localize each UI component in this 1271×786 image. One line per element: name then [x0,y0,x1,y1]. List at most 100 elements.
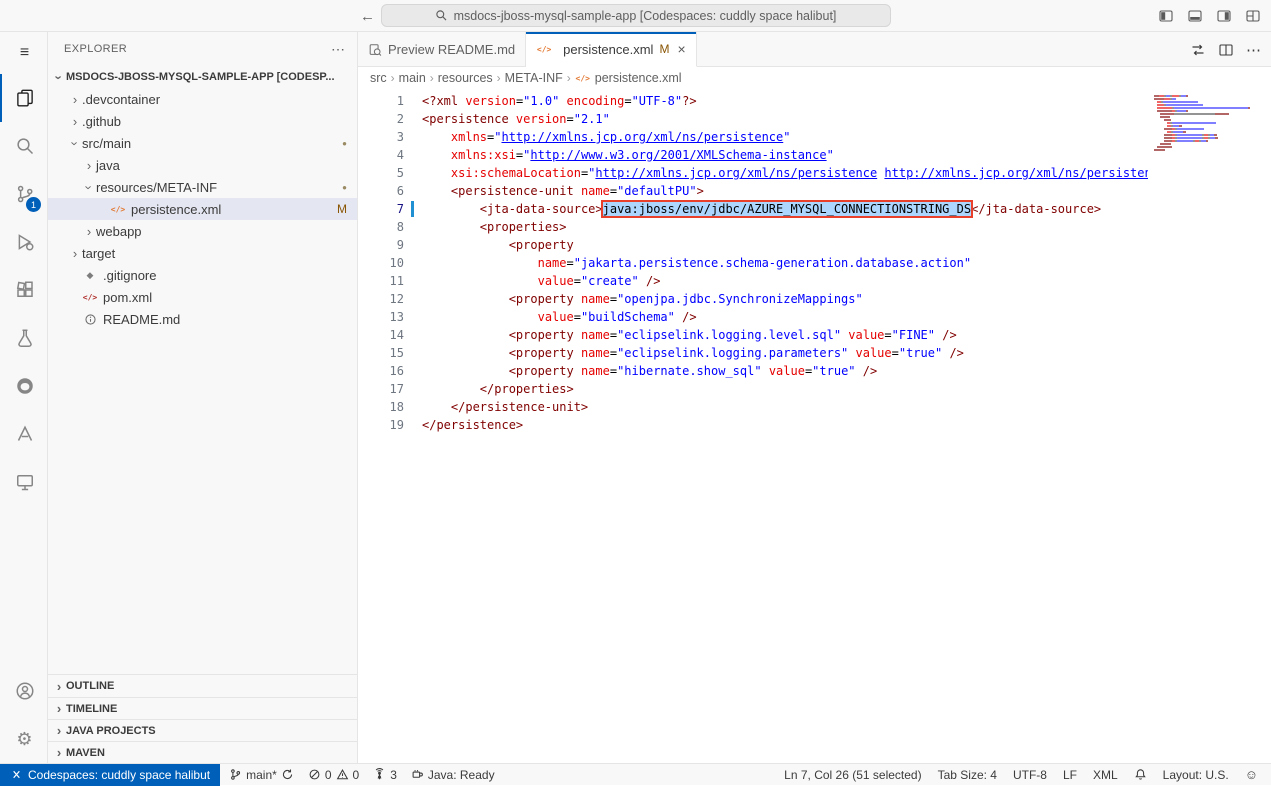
xml-file-icon: </> [110,205,126,214]
tree-item--gitignore[interactable]: ◆.gitignore [48,264,357,286]
code-line-16[interactable]: 16<property name="hibernate.show_sql" va… [358,362,1271,380]
search-view-icon[interactable] [0,122,47,170]
tree-item-webapp[interactable]: ›webapp [48,220,357,242]
line-number: 2 [358,110,404,128]
ports-status[interactable]: 3 [368,764,402,786]
java-status[interactable]: Java: Ready [406,764,500,786]
code-line-3[interactable]: 3xmlns="http://xmlns.jcp.org/xml/ns/pers… [358,128,1271,146]
code-line-12[interactable]: 12<property name="openjpa.jdbc.Synchroni… [358,290,1271,308]
code-line-7[interactable]: 7<jta-data-source>java:jboss/env/jdbc/AZ… [358,200,1271,218]
settings-gear-icon[interactable]: ⚙ [0,715,47,763]
close-tab-icon[interactable]: × [677,41,685,57]
sidebar-section-java-projects[interactable]: ›JAVA PROJECTS [48,719,357,741]
line-number: 15 [358,344,404,362]
problems-status[interactable]: 0 0 [303,764,364,786]
eol-indicator[interactable]: LF [1058,764,1082,786]
accounts-icon[interactable] [0,667,47,715]
code-line-1[interactable]: 1<?xml version="1.0" encoding="UTF-8"?> [358,92,1271,110]
source-control-view-icon[interactable]: 1 [0,170,47,218]
breadcrumb-item[interactable]: main [399,71,426,85]
markdown-preview-icon [368,43,382,57]
chevron-right-icon: › [68,92,82,107]
toggle-primary-sidebar-icon[interactable] [1158,8,1174,24]
code-line-17[interactable]: 17</properties> [358,380,1271,398]
sidebar-section-outline[interactable]: ›OUTLINE [48,675,357,697]
testing-view-icon[interactable] [0,314,47,362]
extensions-view-icon[interactable] [0,266,47,314]
minimap[interactable] [1148,89,1271,763]
code-line-2[interactable]: 2<persistence version="2.1" [358,110,1271,128]
menu-button[interactable]: ≡ [0,32,47,74]
split-editor-icon[interactable] [1218,42,1234,58]
explorer-more-actions-icon[interactable]: ⋯ [331,41,345,58]
tree-item-label: src/main [82,136,131,151]
azure-view-icon[interactable] [0,410,47,458]
code-line-11[interactable]: 11value="create" /> [358,272,1271,290]
branch-status[interactable]: main* [224,764,299,786]
open-changes-icon[interactable] [1190,42,1206,58]
code-line-15[interactable]: 15<property name="eclipselink.logging.pa… [358,344,1271,362]
tree-item--devcontainer[interactable]: ›.devcontainer [48,88,357,110]
toggle-panel-icon[interactable] [1187,8,1203,24]
breadcrumb-item[interactable]: persistence.xml [595,71,682,85]
more-actions-icon[interactable]: ⋯ [1246,41,1261,59]
line-number: 14 [358,326,404,344]
errors-count: 0 [325,768,332,782]
back-button[interactable]: ← [360,8,375,25]
line-number: 16 [358,362,404,380]
tree-item-src-main[interactable]: ›src/main● [48,132,357,154]
breadcrumb-item[interactable]: META-INF [505,71,563,85]
maven-file-icon: </> [82,293,98,302]
tree-item-resources-meta-inf[interactable]: ›resources/META-INF● [48,176,357,198]
run-debug-view-icon[interactable] [0,218,47,266]
command-center[interactable]: msdocs-jboss-mysql-sample-app [Codespace… [381,4,891,27]
remote-explorer-view-icon[interactable] [0,458,47,506]
toggle-secondary-sidebar-icon[interactable] [1216,8,1232,24]
cursor-position[interactable]: Ln 7, Col 26 (51 selected) [779,764,926,786]
code-line-14[interactable]: 14<property name="eclipselink.logging.le… [358,326,1271,344]
keyboard-layout-indicator[interactable]: Layout: U.S. [1158,764,1234,786]
gutter [404,146,422,164]
code-line-9[interactable]: 9<property [358,236,1271,254]
sidebar-section-timeline[interactable]: ›TIMELINE [48,697,357,719]
customize-layout-icon[interactable] [1245,8,1261,24]
chevron-right-icon: › [68,246,82,261]
code-line-5[interactable]: 5xsi:schemaLocation="http://xmlns.jcp.or… [358,164,1271,182]
tab-size-indicator[interactable]: Tab Size: 4 [933,764,1002,786]
line-number: 18 [358,398,404,416]
tree-item-target[interactable]: ›target [48,242,357,264]
code-line-4[interactable]: 4xmlns:xsi="http://www.w3.org/2001/XMLSc… [358,146,1271,164]
tree-item-pom-xml[interactable]: </>pom.xml [48,286,357,308]
remote-indicator[interactable]: Codespaces: cuddly space halibut [0,764,220,786]
code-line-19[interactable]: 19</persistence> [358,416,1271,434]
gutter [404,182,422,200]
tree-item--github[interactable]: ›.github [48,110,357,132]
gutter [404,92,422,110]
chevron-right-icon: › [52,701,66,716]
breadcrumb-item[interactable]: resources [438,71,493,85]
chevron-right-icon: › [82,158,96,173]
tab-persistence-xml[interactable]: </> persistence.xml M × [526,32,697,67]
sidebar-section-maven[interactable]: ›MAVEN [48,741,357,763]
feedback-smiley-icon[interactable]: ☺ [1240,764,1263,786]
tab-bar: Preview README.md </> persistence.xml M … [358,32,1271,67]
tree-item-persistence-xml[interactable]: </>persistence.xmlM [48,198,357,220]
github-view-icon[interactable] [0,362,47,410]
tree-root-folder[interactable]: › MSDOCS-JBOSS-MYSQL-SAMPLE-APP [CODESP.… [48,66,357,88]
code-line-10[interactable]: 10name="jakarta.persistence.schema-gener… [358,254,1271,272]
language-mode-indicator[interactable]: XML [1088,764,1123,786]
notifications-bell-icon[interactable] [1129,764,1152,786]
code-line-18[interactable]: 18</persistence-unit> [358,398,1271,416]
code-line-8[interactable]: 8<properties> [358,218,1271,236]
code-line-13[interactable]: 13value="buildSchema" /> [358,308,1271,326]
encoding-indicator[interactable]: UTF-8 [1008,764,1052,786]
code-editor[interactable]: 1<?xml version="1.0" encoding="UTF-8"?>2… [358,89,1271,763]
tree-item-readme-md[interactable]: README.md [48,308,357,330]
xml-file-icon: </> [575,74,591,83]
explorer-view-icon[interactable] [0,74,47,122]
code-line-6[interactable]: 6<persistence-unit name="defaultPU"> [358,182,1271,200]
breadcrumb-item[interactable]: src [370,71,387,85]
tab-preview-readme[interactable]: Preview README.md [358,32,526,67]
modified-line-marker [411,201,414,217]
tree-item-java[interactable]: ›java [48,154,357,176]
